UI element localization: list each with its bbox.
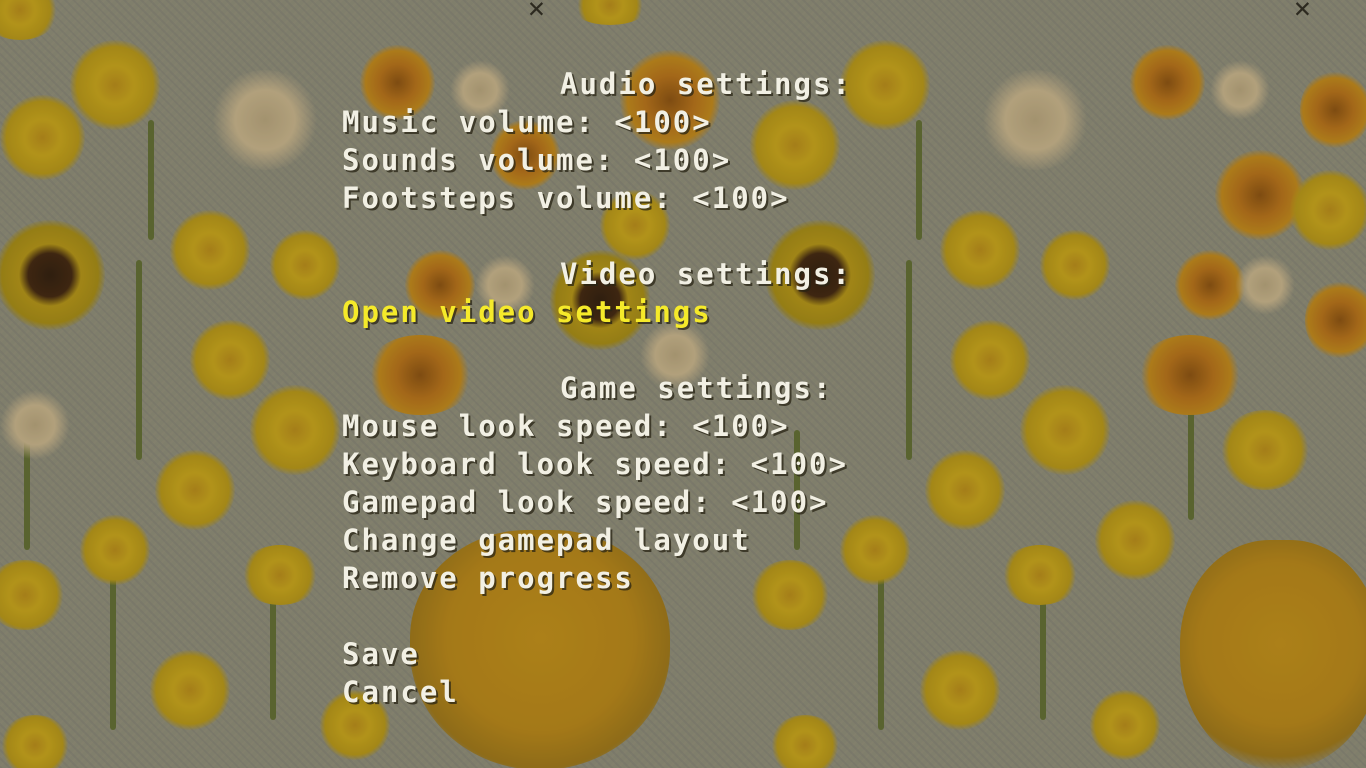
remove-progress-option[interactable]: Remove progress bbox=[342, 560, 634, 596]
footsteps-volume-option[interactable]: Footsteps volume: <100> bbox=[342, 180, 790, 216]
keyboard-look-speed-option[interactable]: Keyboard look speed: <100> bbox=[342, 446, 848, 482]
change-gamepad-layout-option[interactable]: Change gamepad layout bbox=[342, 522, 751, 558]
video-settings-heading: Video settings: bbox=[560, 257, 852, 291]
mouse-look-speed-option[interactable]: Mouse look speed: <100> bbox=[342, 408, 790, 444]
settings-menu: Audio settings: Music volume: <100> Soun… bbox=[0, 0, 1366, 768]
sounds-volume-option[interactable]: Sounds volume: <100> bbox=[342, 142, 731, 178]
gamepad-look-speed-option[interactable]: Gamepad look speed: <100> bbox=[342, 484, 829, 520]
audio-settings-heading: Audio settings: bbox=[560, 67, 852, 101]
cancel-button[interactable]: Cancel bbox=[342, 674, 459, 710]
music-volume-option[interactable]: Music volume: <100> bbox=[342, 104, 712, 140]
open-video-settings-option[interactable]: Open video settings bbox=[342, 294, 712, 330]
game-settings-heading: Game settings: bbox=[560, 371, 833, 405]
save-button[interactable]: Save bbox=[342, 636, 420, 672]
